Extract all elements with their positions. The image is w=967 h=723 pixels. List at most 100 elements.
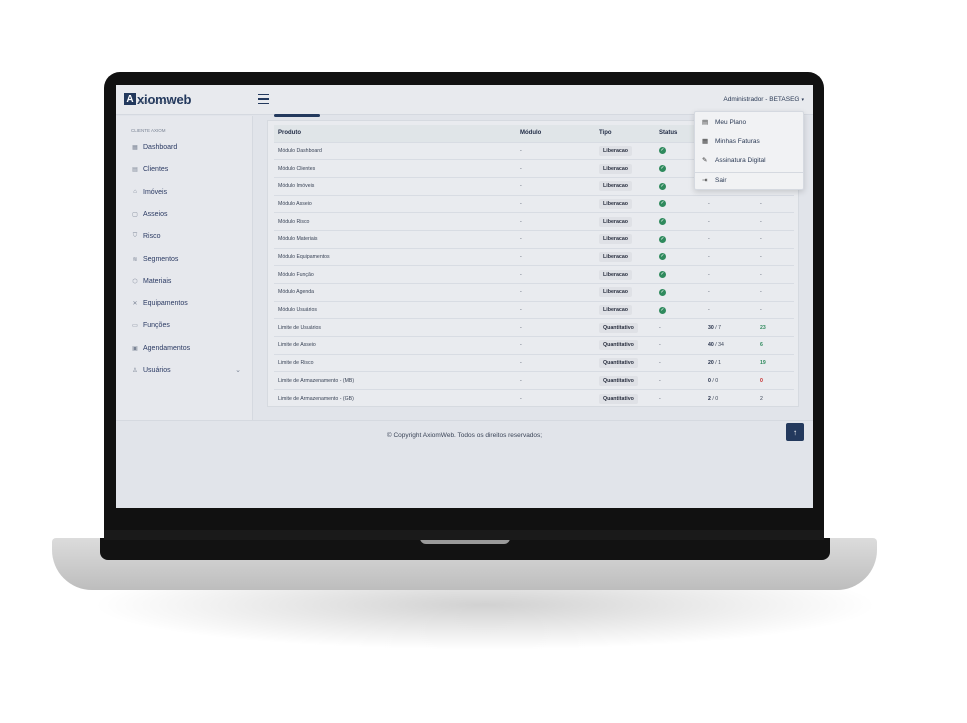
cell-status: ✓ [655, 265, 704, 284]
laptop-mockup: A xiomweb inteligência em tecnologia Adm… [0, 0, 967, 723]
logo-initial: A [124, 93, 136, 105]
cell-tipo: Liberacao [595, 265, 655, 284]
cell-quantidade: 40 / 34 [704, 336, 756, 355]
clipboard-icon: ▢ [132, 211, 138, 218]
user-menu-button[interactable]: Administrador - BETASEG ▾ [723, 96, 804, 103]
cell-status: ✓ [655, 247, 704, 266]
type-badge: Quantitativo [599, 340, 638, 351]
cell-tipo: Liberacao [595, 300, 655, 319]
cell-modulo: - [516, 176, 595, 196]
type-badge: Quantitativo [599, 375, 638, 386]
check-circle-icon: ✓ [659, 182, 666, 190]
cell-tipo: Quantitativo [595, 318, 655, 337]
check-circle-icon: ✓ [659, 147, 666, 155]
id-card-icon: ▤ [702, 119, 709, 126]
sidebar: CLIENTE AXIOM ▦ Dashboard ▤ Clientes ⌂ Imóv… [116, 116, 253, 420]
cell-produto: Limite de Usuários [274, 318, 516, 337]
check-circle-icon: ✓ [659, 218, 666, 226]
cell-produto: Módulo Equipamentos [274, 247, 516, 266]
cell-modulo: - [516, 336, 595, 355]
sidebar-item-agendamentos[interactable]: ▣ Agendamentos [131, 341, 241, 355]
quantity-used: / 34 [715, 342, 724, 349]
cell-status: ✓ [655, 283, 704, 302]
menu-item-label: Assinatura Digital [715, 156, 766, 164]
table-row: Limite de Asseio - Quantitativo -40 / 34 6 [274, 336, 794, 355]
cell-tipo: Liberacao [595, 176, 655, 196]
cell-modulo: - [516, 141, 595, 160]
type-badge: Liberacao [599, 287, 633, 298]
chevron-down-icon[interactable]: ⌄ [235, 366, 241, 374]
sidebar-item-label: Usuários [143, 366, 171, 374]
menu-toggle-icon[interactable] [258, 94, 269, 104]
sidebar-item-usuarios[interactable]: ♙ Usuários ⌄ [131, 363, 241, 377]
type-badge: Liberacao [599, 251, 633, 262]
sidebar-item-label: Clientes [143, 165, 169, 173]
cell-disponivel: - [756, 283, 794, 302]
table-row: Módulo Materiais - Liberacao ✓ - - [274, 229, 794, 249]
cell-tipo: Liberacao [595, 283, 655, 302]
cell-status: - [655, 336, 704, 355]
app-screen: A xiomweb inteligência em tecnologia Adm… [116, 85, 813, 508]
sidebar-item-asseios[interactable]: ▢ Asseios [131, 207, 241, 221]
cell-quantidade: - [704, 283, 756, 302]
building-icon: ▤ [132, 166, 138, 173]
grid-icon: ▦ [132, 144, 138, 151]
sidebar-item-segmentos[interactable]: ≋ Segmentos [131, 252, 241, 266]
cell-produto: Limite de Risco [274, 353, 516, 372]
footer: © Copyright AxiomWeb. Todos os direitos … [116, 420, 813, 450]
sidebar-item-equipamentos[interactable]: ✕ Equipamentos [131, 296, 241, 310]
shield-icon: ⛉ [132, 232, 138, 239]
cell-modulo: - [516, 247, 595, 266]
type-badge: Liberacao [599, 145, 633, 156]
cell-tipo: Liberacao [595, 159, 655, 178]
menu-item-label: Minhas Faturas [715, 137, 760, 145]
check-circle-icon: ✓ [659, 306, 666, 314]
sidebar-item-risco[interactable]: ⛉ Risco [131, 229, 241, 243]
sidebar-item-clientes[interactable]: ▤ Clientes [131, 162, 241, 176]
cell-quantidade: 2 / 0 [704, 389, 756, 408]
type-badge: Liberacao [599, 163, 633, 174]
sidebar-item-label: Asseios [143, 210, 168, 218]
menu-item-sair[interactable]: ⇥ Sair [702, 174, 727, 186]
table-row: Módulo Risco - Liberacao ✓ - - [274, 212, 794, 231]
sidebar-item-materiais[interactable]: ⬡ Materiais [131, 274, 241, 288]
user-menu-label: Administrador - BETASEG [723, 96, 800, 103]
cell-quantidade: - [704, 212, 756, 231]
menu-item-meu-plano[interactable]: ▤ Meu Plano [702, 116, 746, 128]
cell-modulo: - [516, 194, 595, 213]
cell-produto: Limite de Armazenamento - (MB) [274, 371, 516, 390]
menu-item-minhas-faturas[interactable]: ▦ Minhas Faturas [702, 135, 760, 147]
box-icon: ⬡ [132, 278, 138, 285]
menu-item-assinatura-digital[interactable]: ✎ Assinatura Digital [702, 154, 766, 166]
cell-tipo: Liberacao [595, 247, 655, 266]
check-circle-icon: ✓ [659, 235, 666, 243]
cell-disponivel: - [756, 194, 794, 213]
cell-tipo: Liberacao [595, 141, 655, 160]
sidebar-item-funcoes[interactable]: ▭ Funções [131, 318, 241, 332]
signature-icon: ✎ [702, 157, 708, 164]
sidebar-item-label: Materiais [143, 277, 172, 285]
cell-status: ✓ [655, 300, 704, 319]
cell-disponivel: - [756, 229, 794, 249]
sidebar-item-imoveis[interactable]: ⌂ Imóveis [131, 185, 241, 199]
cell-modulo: - [516, 371, 595, 390]
sidebar-item-dashboard[interactable]: ▦ Dashboard [131, 140, 241, 154]
scroll-top-button[interactable]: ↑ [786, 423, 804, 441]
cell-tipo: Liberacao [595, 194, 655, 213]
cell-produto: Módulo Dashboard [274, 141, 516, 160]
cell-quantidade: 0 / 0 [704, 371, 756, 390]
sidebar-item-label: Equipamentos [143, 299, 188, 307]
quantity-used: / 7 [715, 324, 722, 331]
cell-tipo: Quantitativo [595, 336, 655, 355]
cell-status: ✓ [655, 212, 704, 231]
column-header-modulo: Módulo [516, 125, 595, 142]
sidebar-item-label: Funções [143, 321, 170, 329]
logo-text: xiomweb [137, 91, 192, 107]
quantity-limit: 20 [708, 360, 714, 367]
cell-status: - [655, 318, 704, 337]
home-icon: ⌂ [133, 189, 137, 195]
cell-modulo: - [516, 229, 595, 249]
cell-modulo: - [516, 265, 595, 284]
cell-disponivel: 6 [756, 336, 794, 355]
cell-disponivel: - [756, 300, 794, 319]
